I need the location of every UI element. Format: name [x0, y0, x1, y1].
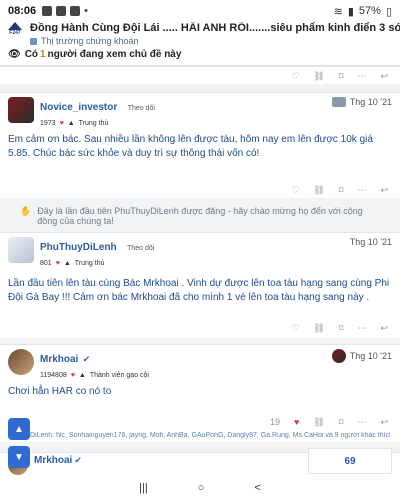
category-icon [30, 37, 37, 45]
post: PhuThuyDiLenh Theo dõi 801 ♥ ▲ Trung thủ… [0, 232, 400, 338]
reply-icon[interactable]: ↩ [380, 71, 388, 82]
post-counter[interactable]: 69 [308, 448, 392, 474]
user-points: 1973 [40, 120, 56, 127]
status-bar: 08:06 • ≋ ▮ 57% ▯ [0, 0, 400, 22]
more-icon[interactable]: ⋯ [357, 185, 366, 196]
reply-icon[interactable]: ↩ [380, 417, 388, 428]
username[interactable]: Mrkhoai [40, 354, 78, 365]
bookmark-icon[interactable]: ⌑ [339, 417, 344, 428]
facebook-icon [56, 6, 67, 16]
scroll-down-button[interactable]: ▼ [8, 446, 30, 468]
notice-text: Đây là lần đầu tiên PhuThuyDiLenh được đ… [37, 206, 363, 226]
subforum-label: Thị trường chứng khoán [41, 36, 139, 46]
logo-text: F247 [9, 30, 21, 36]
post-date[interactable]: Thg 10 '21 [350, 237, 392, 247]
post-body: Chơi hẳn HAR co nó to [8, 386, 112, 397]
home-button[interactable]: ○ [198, 482, 205, 494]
user-rank: Thành viên gạo cội [89, 372, 149, 379]
post-date[interactable]: Thg 10 '21 [350, 97, 392, 107]
bookmark-icon[interactable]: ⌑ [339, 185, 344, 196]
messenger-icon [70, 6, 81, 16]
username[interactable]: Novice_investor [40, 102, 117, 113]
heart-icon: ♥ [70, 372, 75, 379]
heart-icon[interactable]: ♡ [291, 71, 299, 82]
post-body: Em cảm ơn bác. Sau nhiều lần không lên đ… [8, 134, 373, 159]
link-icon[interactable]: ⛓ [313, 323, 324, 334]
site-logo[interactable]: F247 [8, 22, 22, 36]
reply-to-icon[interactable] [331, 97, 346, 107]
viewers-prefix: Có [24, 49, 39, 60]
bookmark-icon[interactable]: ⌑ [339, 71, 344, 82]
battery-icon: ▯ [385, 5, 392, 18]
likes-list[interactable]: DiLenh, hlc, Sonhainguyen176, jayng, Mof… [30, 432, 390, 439]
username[interactable]: Mrkhoai [34, 455, 72, 466]
like-count: 19 [270, 417, 281, 427]
recent-apps-button[interactable]: ||| [139, 482, 148, 494]
link-icon[interactable]: ⛓ [313, 71, 324, 82]
heart-icon: ♥ [55, 260, 60, 267]
user-points: 1194808 [40, 372, 67, 379]
first-post-notice: ✋ Đây là lần đầu tiên PhuThuyDiLenh được… [0, 206, 400, 226]
thread-title[interactable]: Đồng Hành Cùng Đội Lái ..... HÃI ANH RÕI… [30, 22, 400, 35]
more-icon[interactable]: ⋯ [357, 417, 366, 428]
verified-icon: ✔ [74, 455, 82, 465]
username[interactable]: PhuThuyDiLenh [40, 242, 117, 253]
hand-icon: ✋ [20, 206, 32, 216]
rank-icon: ▲ [67, 120, 75, 127]
heart-icon: ♥ [59, 120, 64, 127]
post-body: Lần đầu tiên lên tàu cùng Bác Mrkhoai . … [8, 278, 390, 303]
more-icon[interactable]: ⋯ [357, 323, 366, 334]
follow-button[interactable]: Theo dõi [128, 105, 155, 112]
bookmark-icon[interactable]: ⌑ [339, 323, 344, 334]
system-navbar: ||| ○ < [0, 476, 400, 500]
verified-icon: ✔ [82, 354, 91, 364]
reply-avatar[interactable] [331, 349, 346, 363]
avatar[interactable] [8, 349, 34, 375]
current-post-number: 69 [344, 455, 356, 467]
status-time: 08:06 [8, 5, 37, 17]
link-icon[interactable]: ⛓ [313, 417, 324, 428]
eye-icon: 👁 [8, 49, 21, 60]
scroll-up-button[interactable]: ▲ [8, 418, 30, 440]
reply-icon[interactable]: ↩ [380, 323, 388, 334]
follow-button[interactable]: Theo dõi [127, 245, 154, 252]
viewers-bar: 👁 Có 1 người đang xem chủ đề này [0, 44, 400, 66]
more-icon[interactable]: ⋯ [357, 71, 366, 82]
post: Mrkhoai ✔ 1194808 ♥ ▲ Thành viên gạo cội… [0, 344, 400, 442]
avatar[interactable] [8, 97, 34, 123]
facebook-icon [42, 6, 53, 16]
wifi-icon: ≋ [333, 5, 343, 18]
logo-icon [8, 22, 22, 30]
thread-header: F247 Đồng Hành Cùng Đội Lái ..... HÃI AN… [0, 22, 400, 46]
avatar[interactable] [8, 237, 34, 263]
battery-percent: 57% [358, 5, 381, 17]
heart-icon[interactable]: ♡ [291, 185, 299, 196]
reply-icon[interactable]: ↩ [380, 185, 388, 196]
user-points: 801 [40, 260, 52, 267]
rank-icon: ▲ [63, 260, 71, 267]
subforum-link[interactable]: Thị trường chứng khoán [30, 36, 400, 46]
user-rank: Trung thủ [78, 120, 109, 127]
signal-icon: ▮ [347, 5, 354, 18]
status-right: ≋ ▮ 57% ▯ [334, 5, 392, 18]
dot-icon: • [84, 5, 88, 17]
post: Novice_investor Theo dõi 1973 ♥ ▲ Trung … [0, 92, 400, 198]
user-rank: Trung thủ [74, 260, 105, 267]
rank-icon: ▲ [78, 372, 86, 379]
viewers-suffix: người đang xem chủ đề này [47, 49, 182, 60]
link-icon[interactable]: ⛓ [313, 185, 324, 196]
post-date[interactable]: Thg 10 '21 [350, 351, 392, 361]
heart-icon[interactable]: ♥ [294, 417, 299, 428]
viewers-count: 1 [40, 49, 46, 60]
back-button[interactable]: < [254, 482, 260, 494]
previous-post-actions: ♡ ⛓ ⌑ ⋯ ↩ [0, 66, 400, 84]
notification-icons: • [42, 5, 88, 17]
heart-icon[interactable]: ♡ [291, 323, 299, 334]
